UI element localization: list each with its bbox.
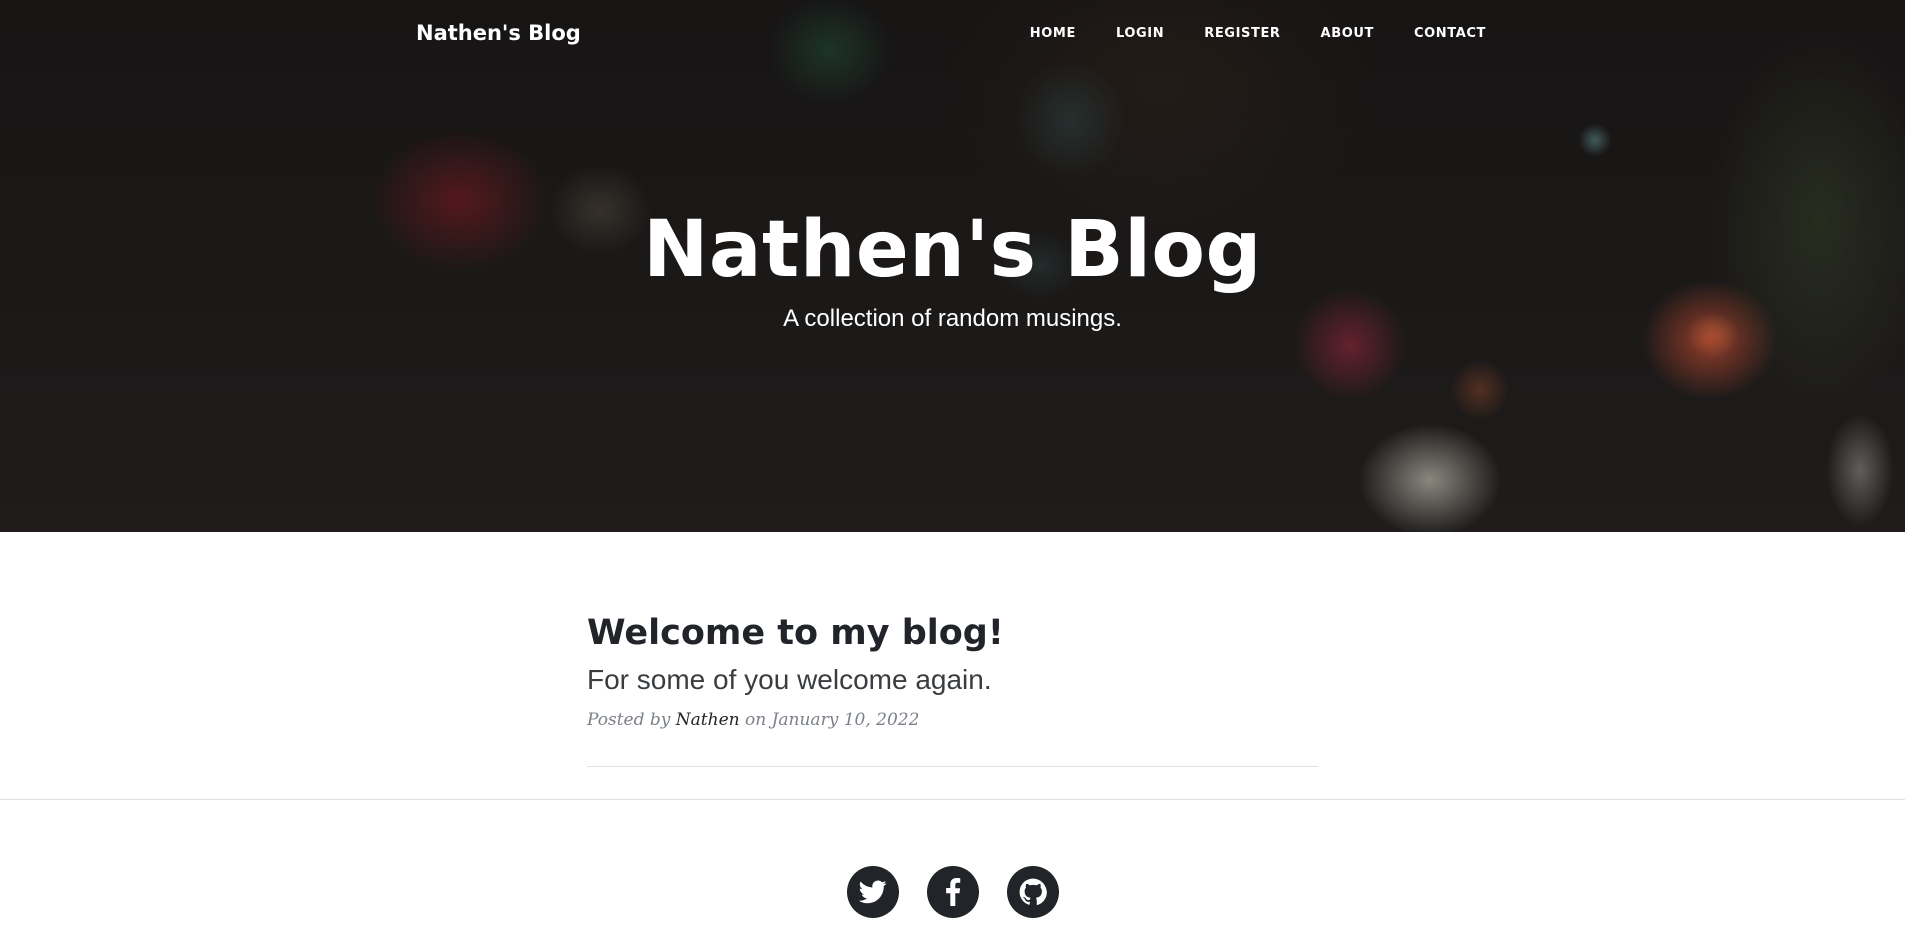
twitter-icon	[858, 880, 887, 904]
nav-link-about[interactable]: ABOUT	[1281, 23, 1374, 45]
nav-link-contact[interactable]: CONTACT	[1374, 23, 1486, 45]
nav-item-home: HOME	[990, 23, 1076, 45]
nav-link-login[interactable]: LOGIN	[1076, 23, 1164, 45]
footer-social-links	[0, 866, 1905, 918]
post-link[interactable]: Welcome to my blog! For some of you welc…	[587, 608, 1318, 700]
main-navbar: Nathen's Blog HOME LOGIN REGISTER ABOUT …	[0, 0, 1905, 68]
post-subtitle: For some of you welcome again.	[587, 664, 992, 695]
facebook-link[interactable]	[926, 866, 979, 918]
post-meta: Posted by Nathen on January 10, 2022	[587, 708, 1318, 732]
nav-item-about: ABOUT	[1281, 23, 1374, 45]
nav-item-register: REGISTER	[1164, 23, 1280, 45]
site-title: Nathen's Blog	[643, 205, 1262, 295]
nav-link-register[interactable]: REGISTER	[1164, 23, 1280, 45]
github-link[interactable]	[1006, 866, 1059, 918]
post-author-link[interactable]: Nathen	[676, 710, 740, 730]
post-meta-date: on January 10, 2022	[745, 710, 920, 730]
masthead: Nathen's Blog HOME LOGIN REGISTER ABOUT …	[0, 0, 1905, 532]
post-divider	[587, 766, 1318, 767]
post-title: Welcome to my blog!	[587, 613, 1004, 653]
page: Nathen's Blog HOME LOGIN REGISTER ABOUT …	[0, 0, 1905, 936]
nav-link-home[interactable]: HOME	[990, 23, 1076, 45]
post-preview: Welcome to my blog! For some of you welc…	[587, 608, 1318, 732]
footer-divider	[0, 799, 1905, 800]
nav-item-contact: CONTACT	[1374, 23, 1486, 45]
nav-links: HOME LOGIN REGISTER ABOUT CONTACT	[990, 23, 1486, 45]
nav-item-login: LOGIN	[1076, 23, 1164, 45]
post-meta-prefix: Posted by	[587, 710, 671, 730]
twitter-link[interactable]	[846, 866, 899, 918]
site-subtitle: A collection of random musings.	[783, 305, 1122, 332]
site-heading: Nathen's Blog A collection of random mus…	[0, 200, 1905, 334]
navbar-brand[interactable]: Nathen's Blog	[416, 20, 581, 46]
github-icon	[1019, 878, 1047, 905]
facebook-icon	[945, 878, 960, 906]
